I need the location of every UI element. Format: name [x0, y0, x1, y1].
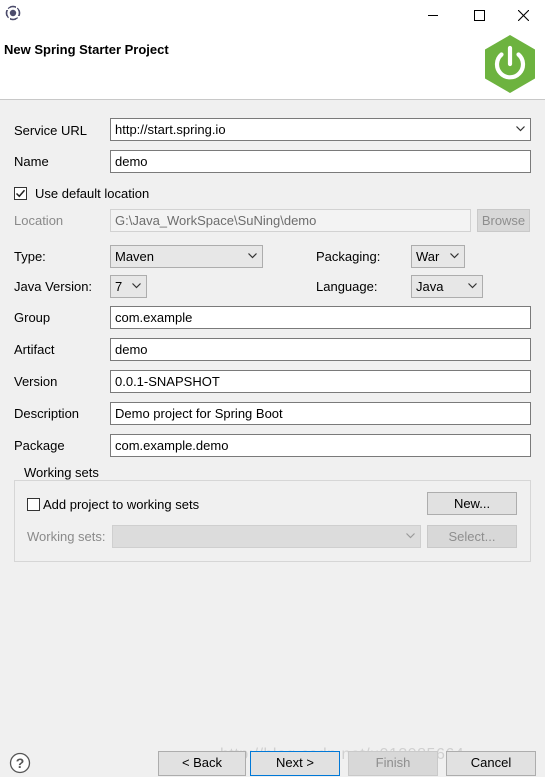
new-working-set-button[interactable]: New...: [427, 492, 517, 515]
location-label: Location: [14, 213, 64, 228]
back-button[interactable]: < Back: [158, 751, 246, 776]
chevron-down-icon: [132, 283, 141, 289]
chevron-down-icon: [450, 253, 459, 259]
minimize-button[interactable]: [410, 0, 456, 30]
packaging-combo[interactable]: War: [411, 245, 465, 268]
working-sets-label: Working sets:: [27, 529, 106, 544]
artifact-label: Artifact: [14, 342, 55, 357]
use-default-location-checkbox[interactable]: [14, 187, 27, 200]
chevron-down-icon: [516, 126, 525, 132]
close-icon: [517, 9, 529, 21]
description-label: Description: [14, 406, 80, 421]
help-glyph: ?: [16, 755, 25, 771]
select-working-sets-button: Select...: [427, 525, 517, 548]
minimize-icon: [428, 15, 438, 16]
package-field[interactable]: com.example.demo: [110, 434, 531, 457]
help-icon: ?: [9, 752, 31, 774]
close-window-button[interactable]: [500, 0, 545, 30]
checkmark-icon: [15, 189, 26, 198]
maximize-button[interactable]: [456, 0, 502, 30]
java-version-combo[interactable]: 7: [110, 275, 147, 298]
working-sets-combo: [112, 525, 421, 548]
spring-power-logo: [479, 33, 541, 98]
finish-button: Finish: [348, 751, 438, 776]
cancel-button[interactable]: Cancel: [446, 751, 536, 776]
maximize-icon: [473, 9, 485, 21]
type-value: Maven: [115, 249, 155, 264]
type-combo[interactable]: Maven: [110, 245, 263, 268]
title-bar: [0, 0, 545, 30]
service-url-combo[interactable]: http://start.spring.io: [110, 118, 531, 141]
working-sets-group-label: Working sets: [22, 465, 101, 480]
language-value: Java: [416, 279, 444, 294]
add-to-working-sets-checkbox[interactable]: [27, 498, 40, 511]
chevron-down-icon: [468, 283, 477, 289]
name-label: Name: [14, 154, 49, 169]
name-field[interactable]: demo: [110, 150, 531, 173]
help-button[interactable]: ?: [9, 752, 31, 774]
language-combo[interactable]: Java: [411, 275, 483, 298]
version-field[interactable]: 0.0.1-SNAPSHOT: [110, 370, 531, 393]
chevron-down-icon: [248, 253, 257, 259]
package-label: Package: [14, 438, 65, 453]
chevron-down-icon: [406, 533, 415, 539]
version-label: Version: [14, 374, 58, 389]
packaging-label: Packaging:: [316, 249, 381, 264]
service-url-label: Service URL: [14, 123, 87, 138]
wizard-title: New Spring Starter Project: [4, 42, 169, 57]
packaging-value: War: [416, 249, 440, 264]
location-field: G:\Java_WorkSpace\SuNing\demo: [110, 209, 471, 232]
java-version-label: Java Version:: [14, 279, 93, 294]
group-field[interactable]: com.example: [110, 306, 531, 329]
artifact-field[interactable]: demo: [110, 338, 531, 361]
group-label: Group: [14, 310, 51, 325]
service-url-value: http://start.spring.io: [115, 122, 226, 137]
next-button[interactable]: Next >: [250, 751, 340, 776]
wizard-banner: New Spring Starter Project: [0, 30, 545, 100]
add-to-working-sets-label: Add project to working sets: [43, 497, 200, 512]
use-default-location-label: Use default location: [35, 186, 150, 201]
eclipse-icon: [5, 5, 21, 21]
type-label: Type:: [14, 249, 46, 264]
java-version-value: 7: [115, 279, 123, 294]
description-field[interactable]: Demo project for Spring Boot: [110, 402, 531, 425]
browse-button: Browse: [477, 209, 530, 232]
language-label: Language:: [316, 279, 378, 294]
